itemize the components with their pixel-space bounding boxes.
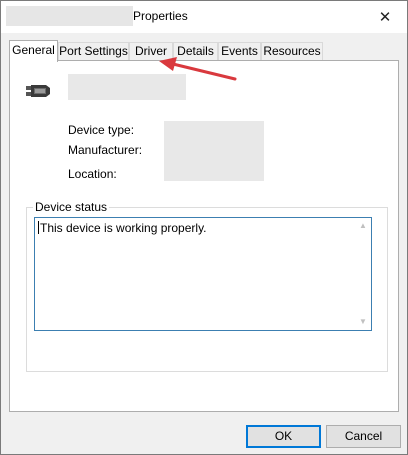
redacted-device-name xyxy=(6,6,133,26)
scroll-down-arrow-icon[interactable]: ▼ xyxy=(357,316,369,328)
device-status-message: This device is working properly. xyxy=(40,221,207,235)
device-status-legend: Device status xyxy=(33,200,110,214)
window-title: Properties xyxy=(133,9,188,23)
redacted-property-values xyxy=(164,121,264,181)
tab-details[interactable]: Details xyxy=(173,42,218,61)
cancel-button[interactable]: Cancel xyxy=(326,425,401,448)
device-status-text: This device is working properly. xyxy=(38,221,207,235)
ok-button[interactable]: OK xyxy=(246,425,321,448)
properties-dialog: Properties ✕ General Port Settings Drive… xyxy=(0,0,408,455)
tab-events[interactable]: Events xyxy=(218,42,261,61)
location-label: Location: xyxy=(68,167,117,181)
close-button[interactable]: ✕ xyxy=(363,1,407,33)
general-tab-panel: Device type: Manufacturer: Location: Dev… xyxy=(9,60,399,412)
scroll-up-arrow-icon[interactable]: ▲ xyxy=(357,220,369,232)
tab-resources[interactable]: Resources xyxy=(261,42,323,61)
text-caret xyxy=(38,221,39,234)
manufacturer-label: Manufacturer: xyxy=(68,143,143,157)
device-type-label: Device type: xyxy=(68,123,135,137)
device-status-textbox[interactable]: This device is working properly. ▲ ▼ xyxy=(34,217,372,331)
device-status-group: Device status This device is working pro… xyxy=(26,200,388,372)
tab-port-settings[interactable]: Port Settings xyxy=(58,42,129,61)
tab-general[interactable]: General xyxy=(9,40,58,62)
port-connector-icon xyxy=(26,85,50,97)
title-bar: Properties ✕ xyxy=(1,1,407,33)
close-icon: ✕ xyxy=(378,9,392,26)
tab-driver[interactable]: Driver xyxy=(129,42,173,61)
redacted-device-name-field xyxy=(68,74,186,100)
